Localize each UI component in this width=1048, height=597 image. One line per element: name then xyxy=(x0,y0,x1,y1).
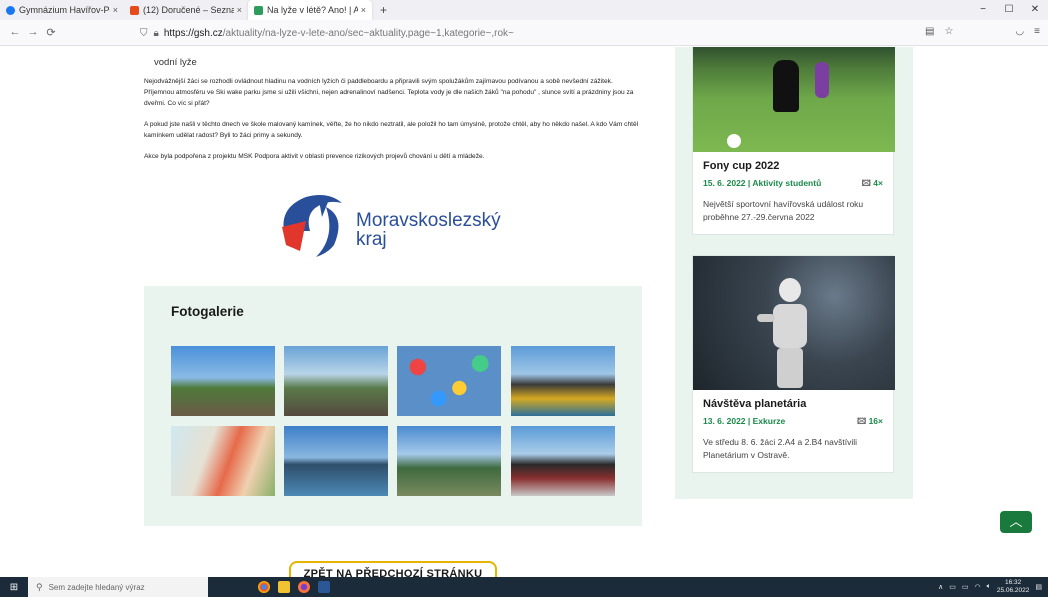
firefox-icon[interactable] xyxy=(298,581,310,593)
msk-logo-text: Moravskoslezský kraj xyxy=(356,211,501,249)
forward-arrow-icon[interactable]: → xyxy=(24,26,42,39)
address-bar[interactable]: ⛉ 🔒︎ https://gsh.cz /aktuality/na-lyze-v… xyxy=(140,24,514,42)
gallery-photo[interactable] xyxy=(511,426,615,496)
news-card-title[interactable]: Fony cup 2022 xyxy=(703,160,883,172)
gallery-photo[interactable] xyxy=(397,346,501,416)
photo-gallery: Fotogalerie xyxy=(144,286,642,526)
windows-start-icon[interactable]: ⊞ xyxy=(0,582,28,593)
back-to-previous-page-button[interactable]: ZPĚT NA PŘEDCHOZÍ STRÁNKU xyxy=(289,561,497,577)
logo-line: Moravskoslezský xyxy=(356,210,501,231)
gallery-title: Fotogalerie xyxy=(171,304,244,319)
taskbar-search-placeholder: Sem zadejte hledaný výraz xyxy=(48,582,145,592)
shield-icon[interactable]: ⛉ xyxy=(140,28,148,39)
navigation-bar: ← → ⟳ ⛉ 🔒︎ https://gsh.cz /aktuality/na-… xyxy=(0,20,1048,46)
url-host: https://gsh.cz xyxy=(163,27,223,39)
chevron-up-icon: ︿ xyxy=(1009,514,1023,529)
lock-icon[interactable]: 🔒︎ xyxy=(154,28,159,39)
minimize-button[interactable]: − xyxy=(970,0,996,20)
windows-taskbar: ⊞ ⚲ Sem zadejte hledaný výraz ∧ ▭ ▭ ◠ 🔈︎… xyxy=(0,577,1048,597)
tab-label: Gymnázium Havířov-Po xyxy=(19,5,110,15)
bookmark-star-icon[interactable]: ☆ xyxy=(944,26,953,37)
tab-strip: Gymnázium Havířov-Po × (12) Doručené – S… xyxy=(0,0,1048,20)
pocket-icon[interactable]: ◡ xyxy=(1015,26,1024,37)
logo-line: kraj xyxy=(356,229,387,250)
tab-article[interactable]: Na lyže v létě? Ano! | Al × xyxy=(248,0,372,20)
window-controls: − ☐ ✕ xyxy=(970,0,1048,20)
article-paragraph: A pokud jste našli v těchto dnech ve ško… xyxy=(144,121,639,139)
tab-seznam[interactable]: (12) Doručené – Seznan × xyxy=(124,0,248,20)
article-lead: vodní lyže xyxy=(154,57,197,68)
taskbar-search[interactable]: ⚲ Sem zadejte hledaný výraz xyxy=(28,577,208,597)
news-card-title[interactable]: Návštěva planetária xyxy=(703,398,883,410)
msk-logo: Moravskoslezský kraj xyxy=(276,187,516,267)
news-card-description: Ve středu 8. 6. žáci 2.A4 a 2.B4 navštív… xyxy=(703,437,858,460)
facebook-icon xyxy=(6,5,15,15)
clock-date: 25.06.2022 xyxy=(996,587,1030,594)
tab-label: Na lyže v létě? Ano! | Al xyxy=(267,5,358,15)
seznam-icon xyxy=(130,5,139,15)
search-icon: ⚲ xyxy=(36,581,43,592)
chevron-up-icon[interactable]: ∧ xyxy=(938,583,943,591)
close-window-button[interactable]: ✕ xyxy=(1022,0,1048,20)
news-card[interactable]: Návštěva planetária 13. 6. 2022 | Exkurz… xyxy=(692,255,895,473)
taskbar-apps xyxy=(258,581,330,593)
article-body: vodní lyže Nejodvážnější žáci se rozhodl… xyxy=(144,47,644,577)
photo-count-value: 16× xyxy=(868,416,883,426)
news-card-image[interactable] xyxy=(693,47,895,152)
msk-logo-icon xyxy=(282,195,342,257)
word-icon[interactable] xyxy=(318,581,330,593)
reader-view-icon[interactable]: ▤ xyxy=(925,26,934,37)
wifi-icon[interactable]: ◠ xyxy=(975,583,981,591)
new-tab-button[interactable]: + xyxy=(372,3,395,17)
close-icon[interactable]: × xyxy=(361,5,366,15)
tab-gymnazium[interactable]: Gymnázium Havířov-Po × xyxy=(0,0,124,20)
photo-count-value: 4× xyxy=(873,178,883,188)
gallery-photo[interactable] xyxy=(511,346,615,416)
volume-icon[interactable]: 🔈︎ xyxy=(987,583,991,591)
system-tray: ∧ ▭ ▭ ◠ 🔈︎ 16:32 25.06.2022 ▤ xyxy=(938,577,1042,597)
reload-icon[interactable]: ⟳ xyxy=(42,26,60,39)
close-icon[interactable]: × xyxy=(113,5,118,15)
news-card-date-category[interactable]: 15. 6. 2022 | Aktivity studentů xyxy=(703,178,821,192)
back-arrow-icon[interactable]: ← xyxy=(6,26,24,39)
image-icon: 🖾︎ xyxy=(861,178,871,188)
news-card-date-category[interactable]: 13. 6. 2022 | Exkurze xyxy=(703,416,785,430)
news-card-meta: 15. 6. 2022 | Aktivity studentů 🖾︎ 4× xyxy=(703,178,883,192)
gallery-photo[interactable] xyxy=(284,426,388,496)
chrome-icon[interactable] xyxy=(258,581,270,593)
clock-time: 16:32 xyxy=(1004,579,1022,586)
battery-icon[interactable]: ▭ xyxy=(962,583,969,591)
news-card-description: Největší sportovní havířovská událost ro… xyxy=(703,199,864,222)
network-icon[interactable]: ▭ xyxy=(949,583,956,591)
tab-label: (12) Doručené – Seznan xyxy=(143,5,234,15)
article-paragraph: Nejodvážnější žáci se rozhodli ovládnout… xyxy=(144,78,634,107)
news-card-image[interactable] xyxy=(693,256,895,390)
sidebar-news: Fony cup 2022 15. 6. 2022 | Aktivity stu… xyxy=(675,47,913,499)
scroll-to-top-button[interactable]: ︿ xyxy=(1000,511,1032,533)
article-paragraph: Akce byla podpořena z projektu MSK Podpo… xyxy=(144,153,485,160)
maximize-button[interactable]: ☐ xyxy=(996,0,1022,20)
image-icon: 🖾︎ xyxy=(856,416,867,426)
photo-count: 🖾︎ 4× xyxy=(862,178,883,192)
page-viewport: vodní lyže Nejodvážnější žáci se rozhodl… xyxy=(0,47,1048,577)
menu-icon[interactable]: ≡ xyxy=(1034,26,1040,37)
clock[interactable]: 16:32 25.06.2022 xyxy=(997,579,1030,595)
site-icon xyxy=(254,5,263,15)
gallery-photo[interactable] xyxy=(397,426,501,496)
url-path: /aktuality/na-lyze-v-lete-ano/sec~aktual… xyxy=(222,27,514,39)
gallery-photo[interactable] xyxy=(171,426,275,496)
gallery-photo[interactable] xyxy=(171,346,275,416)
news-card-meta: 13. 6. 2022 | Exkurze 🖾︎ 16× xyxy=(703,416,883,430)
notifications-icon[interactable]: ▤ xyxy=(1035,583,1042,591)
gallery-photo[interactable] xyxy=(284,346,388,416)
news-card[interactable]: Fony cup 2022 15. 6. 2022 | Aktivity stu… xyxy=(692,47,895,235)
close-icon[interactable]: × xyxy=(237,5,242,15)
photo-count: 🖾︎ 16× xyxy=(857,416,883,430)
explorer-icon[interactable] xyxy=(278,581,290,593)
